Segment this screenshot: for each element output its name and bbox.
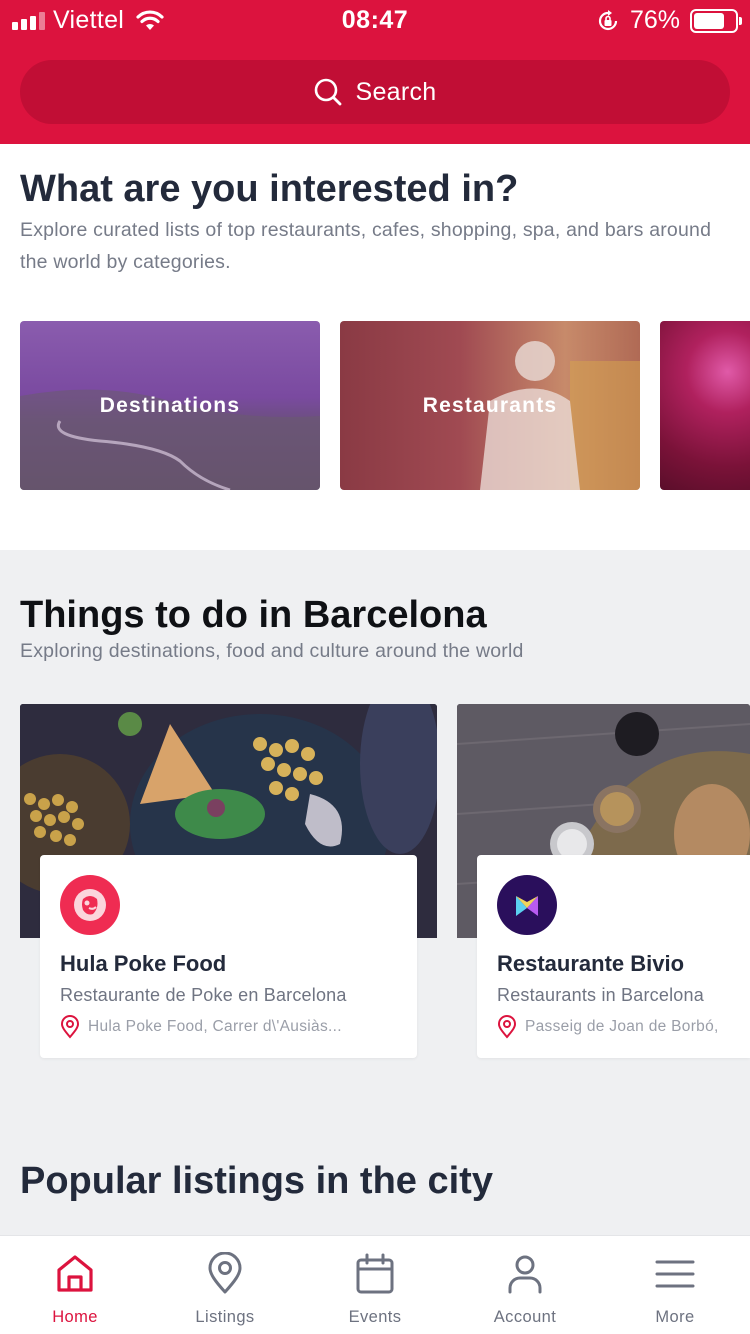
place-category: Restaurants in Barcelona — [497, 985, 704, 1005]
place-logo — [60, 875, 120, 935]
place-name: Hula Poke Food — [60, 951, 227, 976]
map-pin-icon — [497, 1015, 517, 1039]
place-card-bivio[interactable]: Restaurante Bivio Restaurants in Barcelo… — [477, 855, 750, 1058]
tab-label: Listings — [195, 1308, 255, 1326]
bivio-logo-icon — [516, 896, 538, 916]
search-icon — [315, 78, 342, 106]
place-address: Hula Poke Food, Carrer d\'Ausiàs... — [88, 1018, 342, 1035]
category-card-restaurants[interactable]: Restaurants — [340, 321, 640, 490]
map-pin-icon — [208, 1252, 242, 1294]
calendar-icon — [356, 1253, 394, 1294]
place-name: Restaurante Bivio — [497, 951, 685, 976]
things-to-do-title: Things to do in Barcelona — [20, 594, 487, 636]
place-address-row: Hula Poke Food, Carrer d\'Ausiàs... — [60, 1015, 342, 1039]
user-icon — [508, 1255, 542, 1294]
tab-label: More — [655, 1308, 695, 1326]
poke-logo-icon — [74, 889, 106, 921]
status-right: 76% — [596, 6, 742, 35]
place-address: Passeig de Joan de Borbó, — [525, 1018, 719, 1035]
tab-account[interactable]: Account — [450, 1236, 600, 1334]
place-address-row: Passeig de Joan de Borbó, — [497, 1015, 750, 1039]
search-bar[interactable]: Search — [20, 60, 730, 124]
interests-title: What are you interested in? — [20, 168, 519, 210]
bottom-tab-bar: Home Listings Events Account More — [0, 1235, 750, 1334]
tab-events[interactable]: Events — [300, 1236, 450, 1334]
battery-icon — [690, 8, 742, 33]
place-category: Restaurante de Poke en Barcelona — [60, 985, 347, 1005]
interests-subtitle: Explore curated lists of top restaurants… — [20, 219, 712, 273]
menu-icon — [655, 1260, 695, 1288]
search-label: Search — [355, 77, 437, 106]
place-logo — [497, 875, 557, 935]
battery-percent: 76% — [629, 6, 680, 34]
popular-listings-title: Popular listings in the city — [20, 1160, 493, 1202]
rotation-lock-icon — [598, 9, 618, 30]
tab-home[interactable]: Home — [0, 1236, 150, 1334]
category-card-nightlife[interactable] — [660, 321, 750, 490]
app-header: Viettel 08:47 76% Search — [0, 0, 750, 144]
status-bar: Viettel 08:47 76% — [0, 0, 750, 40]
tab-label: Account — [493, 1308, 557, 1326]
map-pin-icon — [60, 1015, 80, 1039]
place-card-hula-poke[interactable]: Hula Poke Food Restaurante de Poke en Ba… — [40, 855, 417, 1058]
home-icon — [57, 1255, 93, 1292]
category-label: Destinations — [99, 393, 241, 417]
things-to-do-subtitle: Exploring destinations, food and culture… — [20, 640, 524, 662]
category-label: Restaurants — [422, 393, 558, 417]
tab-label: Home — [52, 1308, 98, 1326]
tab-more[interactable]: More — [600, 1236, 750, 1334]
tab-listings[interactable]: Listings — [150, 1236, 300, 1334]
tab-label: Events — [348, 1308, 402, 1326]
category-card-destinations[interactable]: Destinations — [20, 321, 320, 490]
